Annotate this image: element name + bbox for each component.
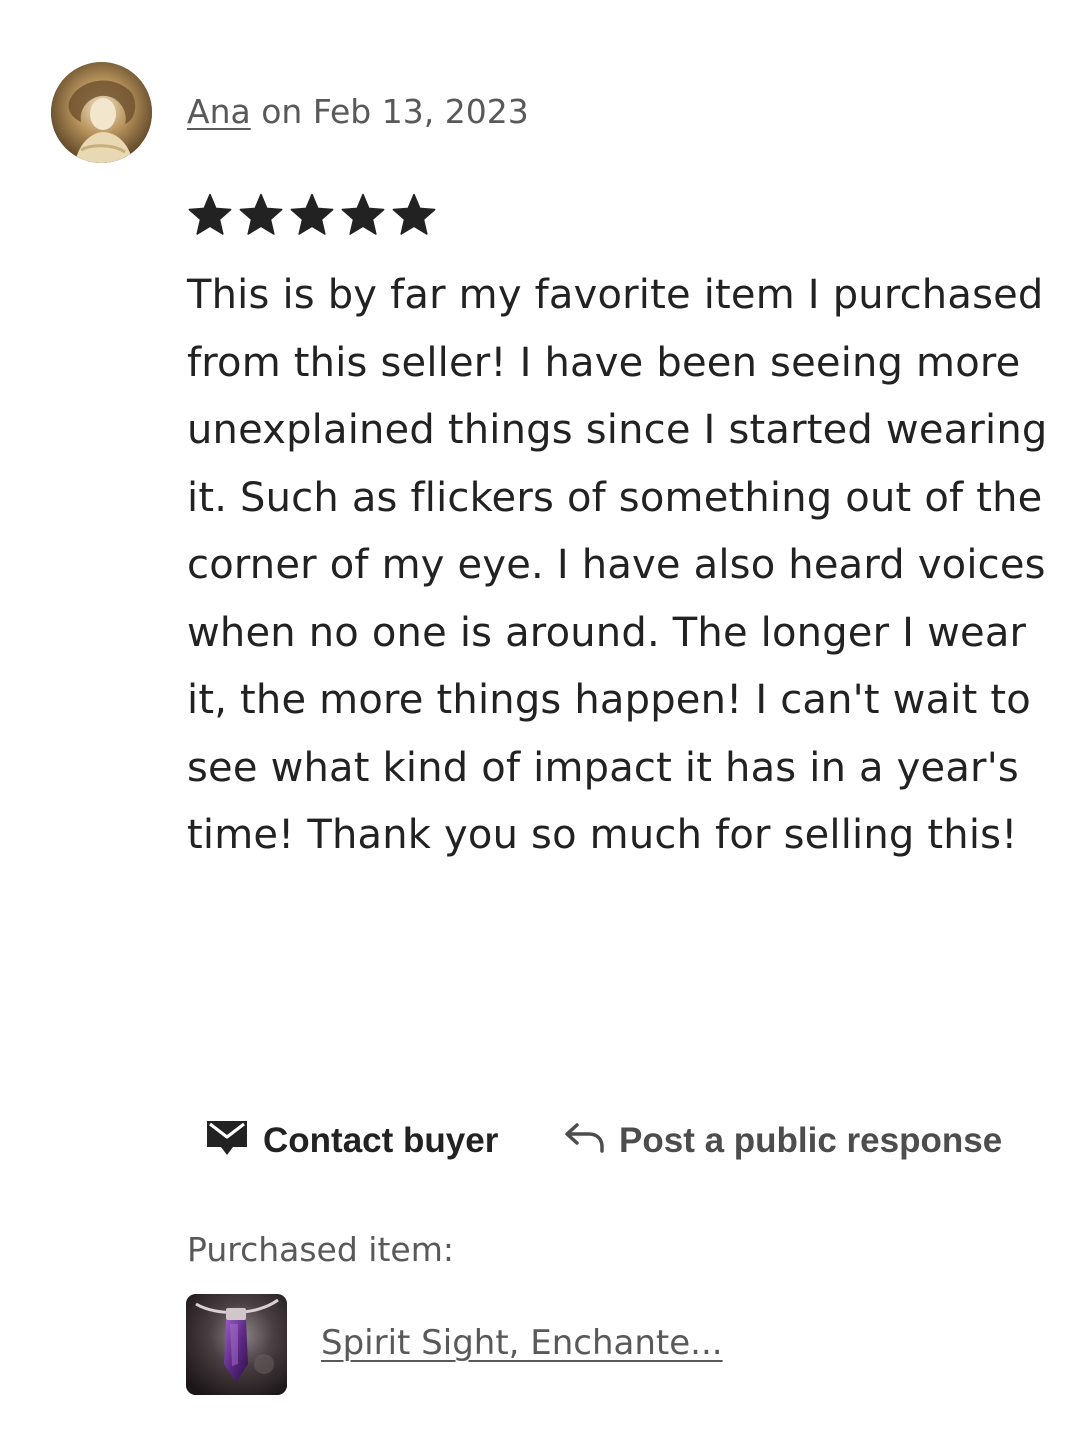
star-icon	[390, 191, 438, 239]
envelope-icon	[205, 1117, 249, 1166]
purchased-item-thumbnail[interactable]	[186, 1294, 287, 1395]
purchased-item-title-link[interactable]: Spirit Sight, Enchante...	[321, 1320, 723, 1366]
review-date: on Feb 13, 2023	[261, 92, 529, 131]
purchased-item-label: Purchased item:	[187, 1230, 454, 1269]
post-public-response-label: Post a public response	[619, 1121, 1003, 1160]
amethyst-pendant-image	[186, 1294, 287, 1395]
star-icon	[339, 191, 387, 239]
contact-buyer-label: Contact buyer	[263, 1121, 499, 1160]
review-meta: Ana on Feb 13, 2023	[187, 90, 529, 134]
review-actions: Contact buyer Post a public response	[0, 1113, 1080, 1169]
reviewer-avatar[interactable]	[51, 62, 152, 163]
star-rating	[186, 191, 438, 239]
star-icon	[288, 191, 336, 239]
contact-buyer-button[interactable]: Contact buyer	[205, 1113, 498, 1169]
post-public-response-button[interactable]: Post a public response	[563, 1113, 1002, 1169]
reviewer-name-link[interactable]: Ana	[187, 92, 251, 131]
reply-arrow-icon	[563, 1119, 605, 1164]
review-text: This is by far my favorite item I purcha…	[187, 272, 1048, 858]
star-icon	[237, 191, 285, 239]
star-icon	[186, 191, 234, 239]
avatar-portrait-image	[51, 62, 152, 163]
